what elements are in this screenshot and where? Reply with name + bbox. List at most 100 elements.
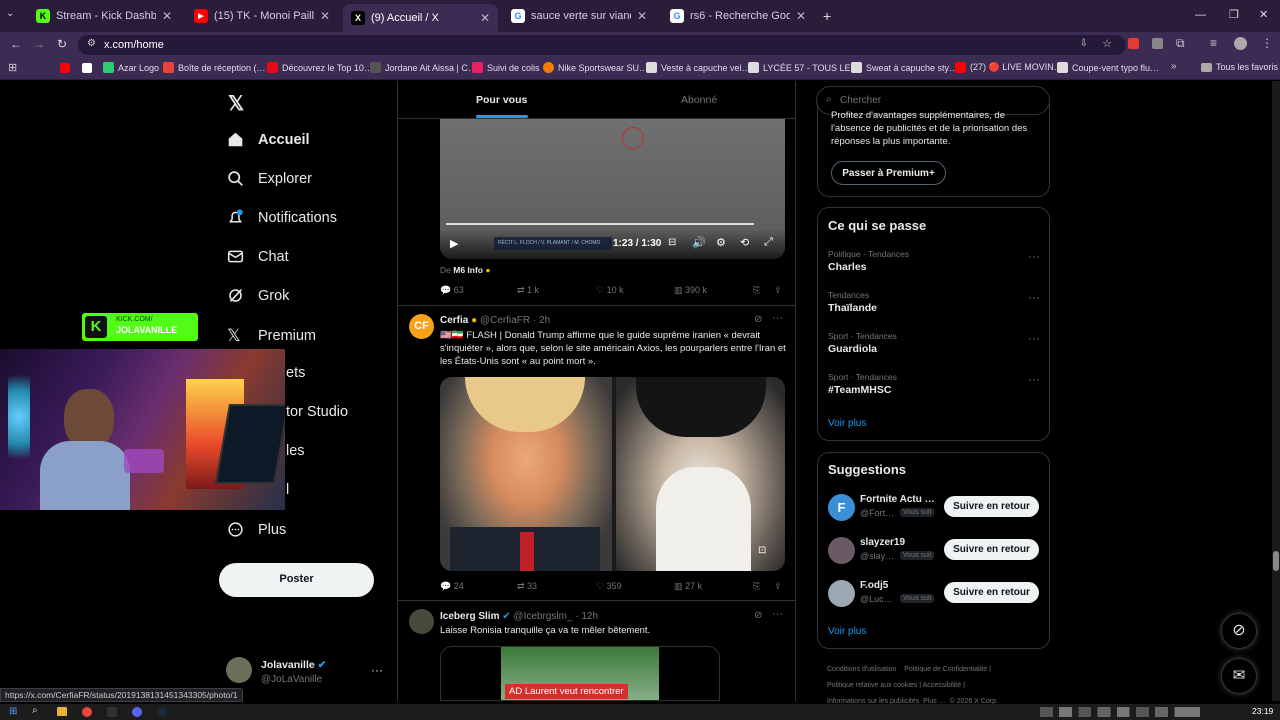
sidebar-item-label[interactable]: ets bbox=[286, 365, 305, 381]
video-player[interactable]: ▶ RÉCIT L. FLOCH / V. PLAMANT / M. CHOMO… bbox=[440, 119, 785, 259]
windows-start-icon[interactable]: ⊞ bbox=[9, 706, 17, 717]
tweet-video[interactable]: AD Laurent veut rencontrer bbox=[440, 646, 720, 701]
suggestion-name[interactable]: slayzer19 bbox=[860, 537, 905, 548]
bookmark-icon[interactable]: ⎘ bbox=[753, 285, 760, 296]
close-tab-icon[interactable]: ✕ bbox=[162, 9, 172, 23]
tweet-more-icon[interactable]: ··· bbox=[772, 608, 783, 620]
chrome-icon[interactable] bbox=[82, 707, 92, 717]
avatar[interactable]: CF bbox=[409, 314, 434, 339]
more-bookmarks-icon[interactable]: » bbox=[1171, 61, 1177, 72]
avatar[interactable] bbox=[226, 657, 252, 683]
photo-trump[interactable] bbox=[440, 377, 612, 571]
suggestion-name[interactable]: F.odj5 bbox=[860, 580, 888, 591]
avatar[interactable]: F bbox=[828, 494, 855, 521]
bookmark-item[interactable]: Boîte de réception (… bbox=[163, 62, 266, 73]
bookmark-item[interactable]: Coupe-vent typo flu… bbox=[1057, 62, 1159, 73]
trend-item[interactable]: Sport · Tendances Guardiola ··· bbox=[828, 331, 1040, 355]
apps-grid-icon[interactable]: ⊞ bbox=[8, 61, 17, 74]
close-window-button[interactable]: ✕ bbox=[1259, 8, 1268, 21]
url-field[interactable]: ⚙ x.com/home ⇩ ☆ bbox=[78, 35, 1126, 55]
new-tab-button[interactable]: + bbox=[823, 8, 831, 24]
x-logo-icon[interactable]: 𝕏 bbox=[228, 91, 244, 116]
youtube-bookmark-icon[interactable] bbox=[60, 63, 70, 73]
trend-item[interactable]: Tendances Thaïlande ··· bbox=[828, 290, 1040, 314]
restore-button[interactable]: ❐ bbox=[1229, 8, 1239, 21]
trend-more-icon[interactable]: ··· bbox=[1028, 372, 1040, 386]
tab-kick-dashboard[interactable]: K Stream - Kick Dashboard ✕ bbox=[28, 4, 180, 28]
avatar[interactable] bbox=[828, 537, 855, 564]
tab-google-sauce[interactable]: G sauce verte sur viande - Recher ✕ bbox=[503, 4, 655, 28]
bookmark-icon[interactable]: ⎘ bbox=[753, 581, 760, 592]
reload-icon[interactable]: ↻ bbox=[57, 37, 67, 51]
bookmark-item[interactable]: Sweat à capuche sty… bbox=[851, 62, 958, 73]
play-icon[interactable]: ▶ bbox=[450, 237, 458, 250]
close-tab-icon[interactable]: ✕ bbox=[480, 11, 490, 25]
scrollbar[interactable] bbox=[1272, 81, 1280, 701]
account-name[interactable]: Jolavanille ✔ bbox=[261, 659, 326, 671]
avatar[interactable] bbox=[828, 580, 855, 607]
extension-icon[interactable] bbox=[1128, 38, 1139, 49]
footer-link[interactable]: Politique relative aux cookies bbox=[827, 682, 917, 689]
footer-link[interactable]: Politique de Confidentialité bbox=[904, 666, 987, 673]
profile-avatar[interactable] bbox=[1234, 37, 1247, 50]
app-icon[interactable] bbox=[107, 707, 117, 717]
author-handle[interactable]: @Icebrgslm_ bbox=[513, 611, 572, 622]
tab-x-home[interactable]: X (9) Accueil / X ✕ bbox=[343, 4, 498, 32]
taskbar-search-icon[interactable]: ⌕ bbox=[32, 705, 38, 716]
edit-image-icon[interactable]: ⊡ bbox=[758, 545, 766, 556]
tab-pour-vous[interactable]: Pour vous bbox=[476, 94, 527, 106]
account-more-icon[interactable]: ··· bbox=[371, 663, 383, 677]
tab-google-rs6[interactable]: G rs6 - Recherche Google ✕ bbox=[662, 4, 814, 28]
like-button[interactable]: ♡ 10 k bbox=[596, 285, 624, 296]
author-handle[interactable]: @CerfiaFR bbox=[480, 315, 530, 326]
tweet-time[interactable]: · 12h bbox=[575, 611, 598, 622]
bookmark-item[interactable]: Découvrez le Top 10… bbox=[267, 62, 373, 73]
views-button[interactable]: ▥ 27 k bbox=[674, 581, 702, 592]
share-icon[interactable]: ⇪ bbox=[774, 285, 782, 296]
reply-button[interactable]: 💬 63 bbox=[440, 285, 464, 296]
video-thumbnail[interactable]: AD Laurent veut rencontrer bbox=[501, 647, 659, 700]
sidebar-item-label[interactable]: les bbox=[286, 443, 305, 459]
sidebar-item-accueil[interactable]: Accueil bbox=[227, 131, 310, 148]
forward-icon[interactable]: → bbox=[33, 37, 45, 51]
tweet-time[interactable]: · 2h bbox=[533, 315, 550, 326]
menu-icon[interactable]: ⋮ bbox=[1261, 36, 1273, 50]
repost-button[interactable]: ⇄ 1 k bbox=[517, 285, 539, 296]
trend-more-icon[interactable]: ··· bbox=[1028, 249, 1040, 263]
extensions-puzzle-icon[interactable]: ⧉ bbox=[1176, 36, 1185, 51]
sidebar-item-chat[interactable]: Chat bbox=[227, 248, 289, 265]
sidebar-item-premium[interactable]: 𝕏 Premium bbox=[227, 326, 316, 346]
share-icon[interactable]: ⇪ bbox=[774, 581, 782, 592]
author-name[interactable]: Iceberg Slim bbox=[440, 611, 499, 622]
back-icon[interactable]: ← bbox=[10, 37, 22, 51]
bookmark-icon[interactable] bbox=[82, 63, 92, 73]
reply-button[interactable]: 💬 24 bbox=[440, 581, 464, 592]
bookmark-item[interactable]: Suivi de colis bbox=[472, 62, 540, 73]
trend-more-icon[interactable]: ··· bbox=[1028, 331, 1040, 345]
follow-back-button[interactable]: Suivre en retour bbox=[944, 496, 1039, 517]
discord-icon[interactable] bbox=[132, 707, 142, 717]
steam-icon[interactable] bbox=[157, 707, 167, 717]
settings-icon[interactable]: ⚙ bbox=[716, 236, 726, 249]
grok-icon[interactable]: ⊘ bbox=[754, 610, 762, 621]
premium-button[interactable]: Passer à Premium+ bbox=[831, 161, 946, 185]
tweet-more-icon[interactable]: ··· bbox=[772, 312, 783, 324]
sidebar-item-label[interactable]: tor Studio bbox=[286, 404, 348, 420]
file-explorer-icon[interactable] bbox=[57, 707, 67, 716]
bookmark-item[interactable]: Azar Logo bbox=[103, 62, 159, 73]
suggestion-name[interactable]: Fortnite Actu … bbox=[860, 494, 940, 505]
see-more-link[interactable]: Voir plus bbox=[828, 626, 866, 637]
close-tab-icon[interactable]: ✕ bbox=[796, 9, 806, 23]
trend-more-icon[interactable]: ··· bbox=[1028, 290, 1040, 304]
like-button[interactable]: ♡ 359 bbox=[596, 581, 622, 592]
all-bookmarks-folder[interactable]: Tous les favoris bbox=[1201, 62, 1278, 72]
follow-back-button[interactable]: Suivre en retour bbox=[944, 582, 1039, 603]
source-link[interactable]: M6 Info bbox=[453, 265, 483, 275]
bookmark-item[interactable]: Veste à capuche vel… bbox=[646, 62, 751, 73]
see-more-link[interactable]: Voir plus bbox=[828, 418, 866, 429]
close-tab-icon[interactable]: ✕ bbox=[637, 9, 647, 23]
bookmark-item[interactable]: LYCÉE 57 - TOUS LE… bbox=[748, 62, 860, 73]
views-button[interactable]: ▥ 390 k bbox=[674, 285, 707, 296]
sidebar-item-explorer[interactable]: Explorer bbox=[227, 170, 312, 187]
tab-youtube[interactable]: ▶ (15) TK - Monoi Paillettes (Clip ✕ bbox=[186, 4, 338, 28]
